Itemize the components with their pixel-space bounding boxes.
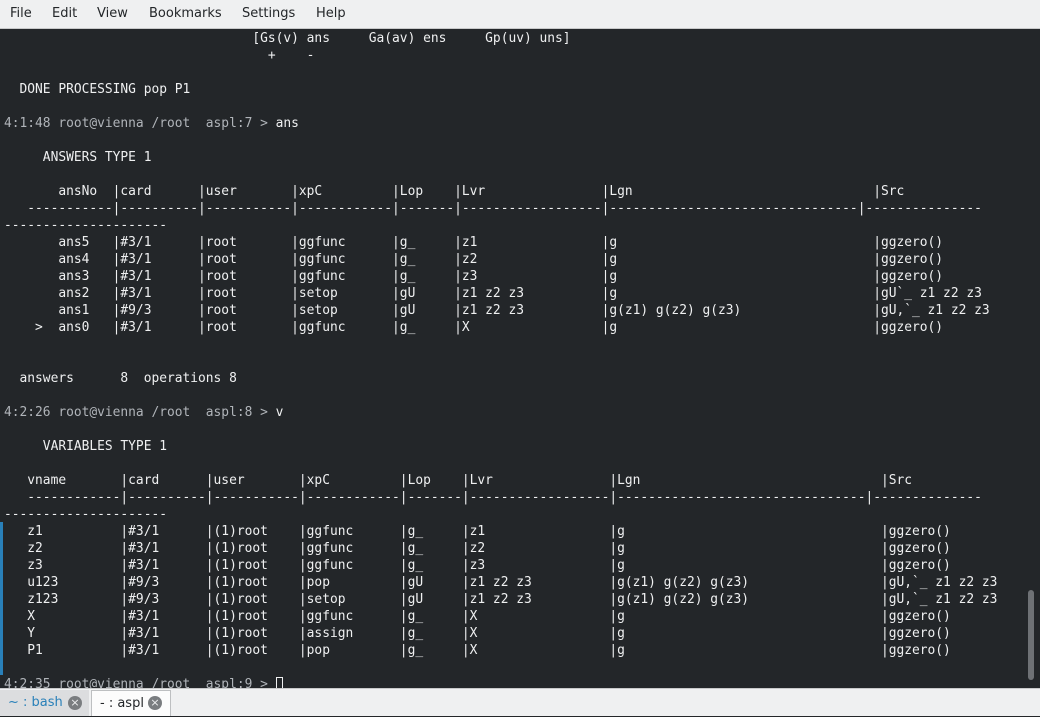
output-text: ans5 |#3/1 |root |ggfunc |g_ |z1 |g |ggz…	[4, 235, 944, 250]
terminal-line: answers 8 operations 8	[4, 370, 997, 387]
output-text: ans3 |#3/1 |root |ggfunc |g_ |z3 |g |ggz…	[4, 269, 944, 284]
prompt-text: 4:2:35 root@vienna /root aspl:9 >	[4, 677, 276, 688]
terminal-line: ans3 |#3/1 |root |ggfunc |g_ |z3 |g |ggz…	[4, 268, 997, 285]
command-text: ans	[275, 116, 299, 131]
output-text: X |#3/1 |(1)root |ggfunc |g_ |X |g |ggze…	[4, 609, 951, 624]
close-icon[interactable]: ×	[148, 696, 162, 710]
output-text: ---------------------	[4, 507, 167, 522]
menu-file[interactable]: File	[10, 6, 32, 21]
terminal-line: ---------------------	[4, 217, 997, 234]
terminal-output: [Gs(v) ans Ga(av) ens Gp(uv) uns] + - DO…	[4, 30, 997, 688]
output-text: VARIABLES TYPE 1	[4, 439, 167, 454]
terminal-line: ---------------------	[4, 506, 997, 523]
output-text: -----------|----------|-----------|-----…	[4, 201, 982, 216]
output-text: Y |#3/1 |(1)root |assign |g_ |X |g |ggze…	[4, 626, 951, 641]
output-text: ANSWERS TYPE 1	[4, 150, 152, 165]
output-text: ans1 |#9/3 |root |setop |gU |z1 z2 z3 |g…	[4, 303, 990, 318]
terminal-line: vname |card |user |xpC |Lop |Lvr |Lgn |S…	[4, 472, 997, 489]
tab-bash-label: ~ : bash	[8, 695, 63, 710]
terminal-line: z1 |#3/1 |(1)root |ggfunc |g_ |z1 |g |gg…	[4, 523, 997, 540]
terminal-line: u123 |#9/3 |(1)root |pop |gU |z1 z2 z3 |…	[4, 574, 997, 591]
terminal-line: ans5 |#3/1 |root |ggfunc |g_ |z1 |g |ggz…	[4, 234, 997, 251]
tab-bar: ~ : bash × - : aspl ×	[0, 688, 1040, 716]
terminal-line: Y |#3/1 |(1)root |assign |g_ |X |g |ggze…	[4, 625, 997, 642]
tab-bash[interactable]: ~ : bash ×	[0, 690, 89, 716]
prompt-line: 4:2:35 root@vienna /root aspl:9 >	[4, 676, 997, 688]
terminal-line: [Gs(v) ans Ga(av) ens Gp(uv) uns]	[4, 30, 997, 47]
terminal-line: z123 |#9/3 |(1)root |setop |gU |z1 z2 z3…	[4, 591, 997, 608]
output-text: > ans0 |#3/1 |root |ggfunc |g_ |X |g |gg…	[4, 320, 944, 335]
terminal-line: P1 |#3/1 |(1)root |pop |g_ |X |g |ggzero…	[4, 642, 997, 659]
menu-edit[interactable]: Edit	[52, 6, 77, 21]
output-text: ansNo |card |user |xpC |Lop |Lvr |Lgn |S…	[4, 184, 905, 199]
menu-bookmarks[interactable]: Bookmarks	[149, 6, 222, 21]
prompt-text: 4:2:26 root@vienna /root aspl:8 >	[4, 405, 276, 420]
terminal-line: X |#3/1 |(1)root |ggfunc |g_ |X |g |ggze…	[4, 608, 997, 625]
output-text: DONE PROCESSING pop P1	[4, 82, 191, 97]
terminal-line: ans1 |#9/3 |root |setop |gU |z1 z2 z3 |g…	[4, 302, 997, 319]
output-text: ans4 |#3/1 |root |ggfunc |g_ |z2 |g |ggz…	[4, 252, 944, 267]
menu-bar: File Edit View Bookmarks Settings Help	[0, 0, 1040, 29]
output-text: vname |card |user |xpC |Lop |Lvr |Lgn |S…	[4, 473, 913, 488]
output-text: u123 |#9/3 |(1)root |pop |gU |z1 z2 z3 |…	[4, 575, 998, 590]
output-text: answers 8 operations 8	[4, 371, 237, 386]
terminal-line: z3 |#3/1 |(1)root |ggfunc |g_ |z3 |g |gg…	[4, 557, 997, 574]
output-text: ans2 |#3/1 |root |setop |gU |z1 z2 z3 |g…	[4, 286, 982, 301]
output-text: ------------|----------|-----------|----…	[4, 490, 982, 505]
terminal-line: ANSWERS TYPE 1	[4, 149, 997, 166]
prompt-line: 4:2:26 root@vienna /root aspl:8 > v	[4, 404, 997, 421]
output-text: P1 |#3/1 |(1)root |pop |g_ |X |g |ggzero…	[4, 643, 951, 658]
output-text: + -	[4, 48, 315, 63]
text-cursor	[275, 677, 283, 688]
terminal-line: z2 |#3/1 |(1)root |ggfunc |g_ |z2 |g |gg…	[4, 540, 997, 557]
terminal-view[interactable]: [Gs(v) ans Ga(av) ens Gp(uv) uns] + - DO…	[0, 29, 1040, 688]
prompt-text: 4:1:48 root@vienna /root aspl:7 >	[4, 116, 276, 131]
menu-settings[interactable]: Settings	[242, 6, 295, 21]
terminal-line: > ans0 |#3/1 |root |ggfunc |g_ |X |g |gg…	[4, 319, 997, 336]
command-output-marker	[0, 522, 3, 675]
terminal-line: + -	[4, 47, 997, 64]
terminal-line: VARIABLES TYPE 1	[4, 438, 997, 455]
terminal-line: ------------|----------|-----------|----…	[4, 489, 997, 506]
close-icon[interactable]: ×	[68, 696, 82, 710]
output-text: z2 |#3/1 |(1)root |ggfunc |g_ |z2 |g |gg…	[4, 541, 951, 556]
menu-view[interactable]: View	[97, 6, 128, 21]
tab-aspl-label: - : aspl	[100, 696, 144, 711]
tab-aspl[interactable]: - : aspl ×	[91, 690, 171, 716]
terminal-line: DONE PROCESSING pop P1	[4, 81, 997, 98]
terminal-line: ans4 |#3/1 |root |ggfunc |g_ |z2 |g |ggz…	[4, 251, 997, 268]
menu-help[interactable]: Help	[316, 6, 346, 21]
prompt-line: 4:1:48 root@vienna /root aspl:7 > ans	[4, 115, 997, 132]
terminal-scrollbar[interactable]	[1028, 29, 1034, 688]
output-text: ---------------------	[4, 218, 167, 233]
terminal-line: ansNo |card |user |xpC |Lop |Lvr |Lgn |S…	[4, 183, 997, 200]
scrollbar-thumb[interactable]	[1028, 590, 1034, 680]
terminal-line: ans2 |#3/1 |root |setop |gU |z1 z2 z3 |g…	[4, 285, 997, 302]
command-text: v	[275, 405, 284, 420]
output-text: z3 |#3/1 |(1)root |ggfunc |g_ |z3 |g |gg…	[4, 558, 951, 573]
output-text: [Gs(v) ans Ga(av) ens Gp(uv) uns]	[4, 31, 571, 46]
output-text: z1 |#3/1 |(1)root |ggfunc |g_ |z1 |g |gg…	[4, 524, 951, 539]
terminal-line: -----------|----------|-----------|-----…	[4, 200, 997, 217]
output-text: z123 |#9/3 |(1)root |setop |gU |z1 z2 z3…	[4, 592, 998, 607]
